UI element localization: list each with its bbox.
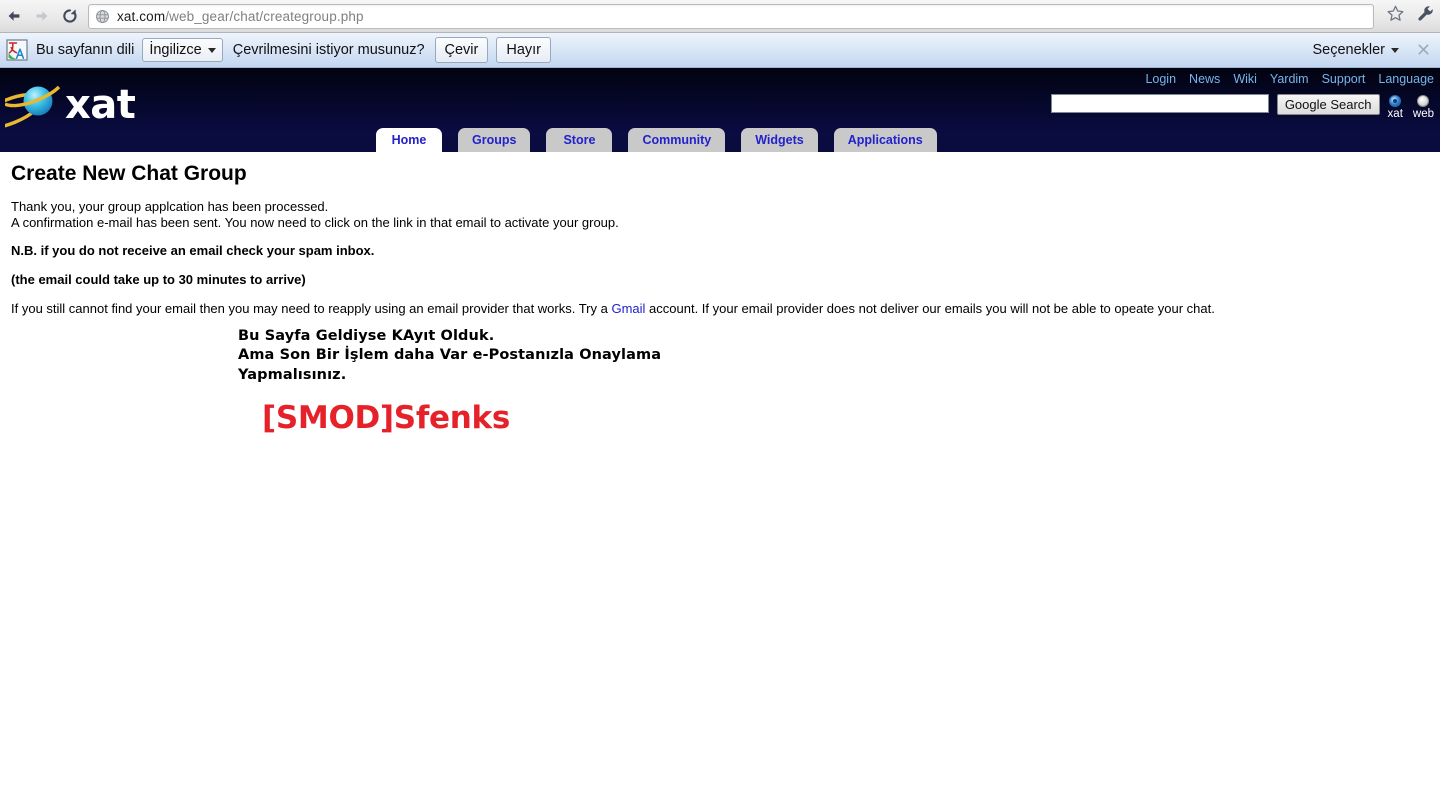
google-search-button-label: Google Search xyxy=(1284,97,1372,112)
site-header: xat Login News Wiki Yardim Support Langu… xyxy=(0,68,1440,152)
close-icon xyxy=(1418,43,1429,55)
decline-button-label: Hayır xyxy=(506,42,542,58)
source-language-value: İngilizce xyxy=(149,42,202,58)
tab-home[interactable]: Home xyxy=(376,128,442,152)
translate-button-label: Çevir xyxy=(444,42,479,58)
close-infobar-button[interactable] xyxy=(1417,42,1430,59)
search-scope-xat-label: xat xyxy=(1387,108,1403,120)
address-bar[interactable]: xat.com/web_gear/chat/creategroup.php xyxy=(88,3,1374,29)
translate-question-label: Çevrilmesini istiyor musunuz? xyxy=(232,42,425,58)
source-language-select[interactable]: İngilizce xyxy=(142,38,223,62)
xat-logo[interactable]: xat xyxy=(0,78,150,130)
url-text: xat.com/web_gear/chat/creategroup.php xyxy=(117,9,364,24)
translate-icon xyxy=(6,39,28,61)
search-scope-web-label: web xyxy=(1412,108,1434,120)
reload-icon xyxy=(61,7,79,25)
page-title: Create New Chat Group xyxy=(11,162,247,185)
fallback-prefix: If you still cannot find your email then… xyxy=(11,301,612,316)
tab-groups-label: Groups xyxy=(472,133,517,147)
tab-store-label: Store xyxy=(563,133,596,147)
search-scope-group: xat web xyxy=(1388,94,1434,120)
search-scope-xat[interactable]: xat xyxy=(1388,95,1403,120)
turkish-line-2: Ama Son Bir İşlem daha Var e-Postanızla … xyxy=(238,347,662,363)
gmail-link[interactable]: Gmail xyxy=(611,301,645,316)
bookmark-button[interactable] xyxy=(1380,1,1410,31)
radio-unselected-icon xyxy=(1417,95,1430,107)
header-link-login[interactable]: Login xyxy=(1145,72,1176,86)
confirmation-line-2: A confirmation e-mail has been sent. You… xyxy=(11,214,619,230)
globe-icon xyxy=(95,9,110,24)
header-link-news[interactable]: News xyxy=(1189,72,1220,86)
header-link-language[interactable]: Language xyxy=(1378,72,1434,86)
spam-note: N.B. if you do not receive an email chec… xyxy=(11,243,375,258)
tab-widgets-label: Widgets xyxy=(755,133,804,147)
forward-arrow-icon xyxy=(33,7,51,25)
main-nav-tabs: Home Groups Store Community Widgets Appl… xyxy=(376,128,937,152)
tab-store[interactable]: Store xyxy=(546,128,613,152)
back-button[interactable] xyxy=(0,2,28,30)
page-content: Create New Chat Group Thank you, your gr… xyxy=(0,152,1440,436)
browser-toolbar: xat.com/web_gear/chat/creategroup.php xyxy=(0,0,1440,33)
chrome-menu-button[interactable] xyxy=(1410,1,1440,31)
star-icon xyxy=(1386,4,1405,28)
search-input[interactable] xyxy=(1050,94,1269,113)
tab-home-label: Home xyxy=(391,133,427,147)
tab-groups[interactable]: Groups xyxy=(458,128,531,152)
signature-text: [SMOD]Sfenks xyxy=(262,400,510,436)
search-scope-web[interactable]: web xyxy=(1413,95,1434,120)
confirmation-paragraph: Thank you, your group applcation has bee… xyxy=(11,199,1440,230)
url-path: /web_gear/chat/creategroup.php xyxy=(165,8,364,24)
tab-widgets[interactable]: Widgets xyxy=(741,128,818,152)
radio-selected-icon xyxy=(1389,95,1402,107)
google-search-button[interactable]: Google Search xyxy=(1276,94,1380,115)
fallback-paragraph: If you still cannot find your email then… xyxy=(11,301,1440,317)
turkish-line-3: Yapmalısınız. xyxy=(238,366,347,383)
translate-button[interactable]: Çevir xyxy=(434,37,489,63)
tab-applications[interactable]: Applications xyxy=(833,128,937,152)
header-link-support[interactable]: Support xyxy=(1322,72,1366,86)
turkish-message: Bu Sayfa Geldiyse KAyıt Olduk. Ama Son B… xyxy=(238,327,1440,386)
translate-options-label: Seçenekler xyxy=(1312,42,1385,58)
decline-translate-button[interactable]: Hayır xyxy=(496,37,552,63)
header-links: Login News Wiki Yardim Support Language xyxy=(1145,72,1434,86)
url-host: xat.com xyxy=(117,8,166,24)
tab-applications-label: Applications xyxy=(847,133,923,147)
turkish-line-1: Bu Sayfa Geldiyse KAyıt Olduk. xyxy=(238,327,495,344)
timing-note: (the email could take up to 30 minutes t… xyxy=(11,271,306,287)
translate-options-menu[interactable]: Seçenekler xyxy=(1312,42,1399,58)
wrench-icon xyxy=(1416,4,1435,28)
header-link-wiki[interactable]: Wiki xyxy=(1233,72,1257,86)
reload-button[interactable] xyxy=(56,2,84,30)
chevron-down-icon xyxy=(1391,47,1399,53)
header-search: Google Search xat web xyxy=(1050,94,1434,120)
translate-infobar: Bu sayfanın dili İngilizce Çevrilmesini … xyxy=(0,33,1440,68)
forward-button[interactable] xyxy=(28,2,56,30)
fallback-suffix: account. If your email provider does not… xyxy=(645,301,1215,316)
tab-community-label: Community xyxy=(642,133,712,147)
translate-prompt-label: Bu sayfanın dili xyxy=(36,42,135,58)
tab-community[interactable]: Community xyxy=(628,128,726,152)
chevron-down-icon xyxy=(207,47,216,53)
xat-logo-text: xat xyxy=(65,82,136,128)
confirmation-line-1: Thank you, your group applcation has bee… xyxy=(11,199,329,214)
header-link-yardim[interactable]: Yardim xyxy=(1270,72,1309,86)
back-arrow-icon xyxy=(5,7,23,25)
